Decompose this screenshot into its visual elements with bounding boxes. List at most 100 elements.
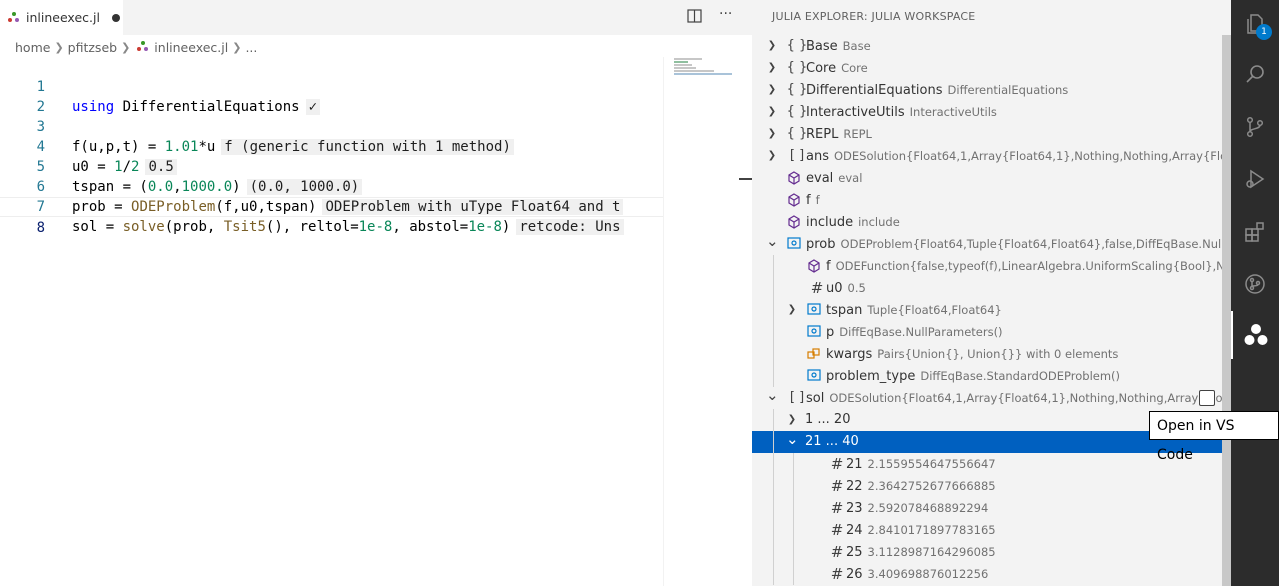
indent-guide [793, 519, 794, 541]
code-line[interactable]: 6 prob = ODEProblem(f,u0,tspan) ODEProble… [0, 157, 663, 215]
tree-row-label: include include [806, 211, 900, 233]
tree-row-sol-item-22[interactable]: #22 2.3642752677666885 [752, 475, 1222, 497]
julia-file-icon [137, 41, 149, 53]
tree-row-module-interactiveutils[interactable]: ❯{ } InteractiveUtils InteractiveUtils [752, 101, 1222, 123]
tree-row-sol-item-21[interactable]: #21 2.1559554647556647 [752, 453, 1222, 475]
indent-guide [793, 563, 794, 585]
breadcrumb-home[interactable]: home [15, 40, 50, 55]
tree-row-var-f[interactable]: ff [752, 189, 1222, 211]
tree-row-prob-tspan[interactable]: ❯ tspan Tuple{Float64,Float64} [752, 299, 1222, 321]
notification-badge: 1 [1256, 24, 1272, 40]
tree-row-var-eval[interactable]: eval eval [752, 167, 1222, 189]
workspace-tree[interactable]: ❯{ } Base Base ❯{ } Core Core ❯{ } Differential… [752, 35, 1231, 585]
chevron-right-icon[interactable]: ❯ [766, 101, 778, 123]
tree-row-var-ans[interactable]: ❯ [ ] ans ODESolution{Float64,1,Array{Float… [752, 145, 1222, 167]
run-debug-icon[interactable] [1231, 155, 1279, 203]
variable-description: DiffEqBase.StandardODEProblem() [920, 369, 1121, 383]
tree-row-prob-p[interactable]: p DiffEqBase.NullParameters() [752, 321, 1222, 343]
code-line[interactable]: 4 u0 = 1/2 0.5 [0, 117, 663, 175]
array-icon: [ ] [789, 390, 805, 405]
code-line[interactable]: 3 f(u,p,t) = 1.01*u f (generic function w… [0, 97, 663, 155]
tree-row-label: InteractiveUtils InteractiveUtils [806, 101, 997, 123]
tree-row-prob-problem-type[interactable]: problem_type DiffEqBase.StandardODEProble… [752, 365, 1222, 387]
variable-name: 21 ... 40 [805, 434, 859, 449]
tree-row-var-prob[interactable]: ⌄ prob ODEProblem{Float64,Tuple{Float64,Fl… [752, 233, 1222, 255]
more-actions-icon[interactable]: ··· [719, 6, 732, 22]
tree-row-module-repl[interactable]: ❯{ } REPL REPL [752, 123, 1222, 145]
variable-description: DiffEqBase.NullParameters() [839, 325, 1003, 339]
julia-explorer-panel: JULIA EXPLORER: JULIA WORKSPACE ❯{ } Base… [752, 0, 1231, 586]
tree-row-label: tspan Tuple{Float64,Float64} [826, 299, 1002, 321]
indent-guide [773, 497, 774, 519]
variable-name: REPL [806, 127, 839, 142]
variable-name: InteractiveUtils [806, 105, 905, 120]
code-line[interactable]: 2 [0, 77, 663, 115]
tab-label: inlineexec.jl [26, 10, 100, 25]
number-icon: # [830, 543, 844, 561]
variable-name: Base [806, 39, 838, 54]
search-icon[interactable] [1231, 50, 1279, 98]
tree-row-module-diffeq[interactable]: ❯{ } DifferentialEquations DifferentialEqu… [752, 79, 1222, 101]
breadcrumb-pfitzseb[interactable]: pfitzseb [68, 40, 117, 55]
tree-row-sol-item-26[interactable]: #26 3.409698876012256 [752, 563, 1222, 585]
chevron-right-icon[interactable]: ❯ [766, 79, 778, 101]
git-graph-icon[interactable] [1231, 260, 1279, 308]
chevron-right-icon[interactable]: ❯ [786, 299, 798, 321]
source-control-icon[interactable] [1231, 103, 1279, 151]
code-line[interactable]: 1 using DifferentialEquations ✓ [0, 57, 663, 115]
tree-row-label: p DiffEqBase.NullParameters() [826, 321, 1003, 343]
open-in-vscode-icon[interactable] [1199, 390, 1215, 406]
indent-guide [793, 475, 794, 497]
minimap[interactable] [663, 57, 740, 586]
chevron-right-icon[interactable]: ❯ [766, 145, 778, 167]
code-line-current[interactable]: 8 [0, 197, 663, 236]
tree-row-var-include[interactable]: include include [752, 211, 1222, 233]
code-editor[interactable]: 1 using DifferentialEquations ✓ 2 3 f(u,p… [0, 57, 663, 236]
tree-row-prob-u0[interactable]: # u0 0.5 [752, 277, 1222, 299]
variable-description: 2.1559554647556647 [867, 457, 996, 471]
unsaved-dot-icon[interactable] [111, 13, 120, 22]
extensions-icon[interactable] [1231, 208, 1279, 256]
breadcrumb-file[interactable]: inlineexec.jl [154, 40, 228, 55]
tree-row-sol-item-25[interactable]: #25 3.1128987164296085 [752, 541, 1222, 563]
tree-row-label: 21 2.1559554647556647 [846, 453, 996, 475]
code-line[interactable]: 5 tspan = (0.0,1000.0) (0.0, 1000.0) [0, 137, 663, 195]
tree-row-var-sol[interactable]: ⌄ [ ] sol ODESolution{Float64,1,Array{Float… [752, 387, 1222, 409]
chevron-right-icon[interactable]: ❯ [786, 409, 798, 431]
split-editor-icon[interactable] [687, 9, 702, 27]
tree-row-label: kwargs Pairs{Union{}, Union{}} with 0 ele… [826, 343, 1118, 365]
chevron-right-icon[interactable]: ❯ [766, 123, 778, 145]
chevron-down-icon[interactable]: ⌄ [766, 387, 779, 406]
variable-name: ans [806, 149, 829, 164]
tree-row-sol-item-24[interactable]: #24 2.8410171897783165 [752, 519, 1222, 541]
number-icon: # [830, 477, 844, 495]
julia-file-icon [8, 11, 20, 24]
variable-name: Core [806, 61, 837, 76]
variable-description: 0.5 [847, 281, 866, 295]
explorer-files-icon[interactable]: 1 [1231, 0, 1279, 48]
breadcrumb-symbol[interactable]: ... [245, 40, 257, 55]
chevron-down-icon[interactable]: ⌄ [766, 233, 779, 252]
indent-guide [793, 541, 794, 563]
tree-row-prob-f[interactable]: f ODEFunction{false,typeof(f),LinearAlgeb… [752, 255, 1222, 277]
number-icon: # [830, 455, 844, 473]
tree-row-module-base[interactable]: ❯{ } Base Base [752, 35, 1222, 57]
tree-row-sol-item-23[interactable]: #23 2.592078468892294 [752, 497, 1222, 519]
variable-description: eval [838, 171, 863, 185]
julia-icon[interactable] [1231, 311, 1279, 359]
tree-row-prob-kwargs[interactable]: kwargs Pairs{Union{}, Union{}} with 0 ele… [752, 343, 1222, 365]
tree-row-module-core[interactable]: ❯{ } Core Core [752, 57, 1222, 79]
inline-result[interactable]: retcode: Uns [516, 219, 624, 235]
variable-description: 2.3642752677666885 [867, 479, 996, 493]
tree-row-label: 25 3.1128987164296085 [846, 541, 996, 563]
scrollbar[interactable] [1222, 35, 1231, 586]
tree-row-label: u0 0.5 [826, 277, 866, 299]
chevron-down-icon[interactable]: ⌄ [786, 431, 799, 450]
code-line[interactable]: 7 sol = solve(prob, Tsit5(), reltol=1e-8… [0, 177, 663, 235]
tree-row-label: 23 2.592078468892294 [846, 497, 988, 519]
tab-inlineexec[interactable]: inlineexec.jl [0, 0, 123, 35]
chevron-right-icon[interactable]: ❯ [766, 35, 778, 57]
variable-name: 21 [846, 457, 863, 472]
variable-name: problem_type [826, 369, 916, 384]
chevron-right-icon[interactable]: ❯ [766, 57, 778, 79]
